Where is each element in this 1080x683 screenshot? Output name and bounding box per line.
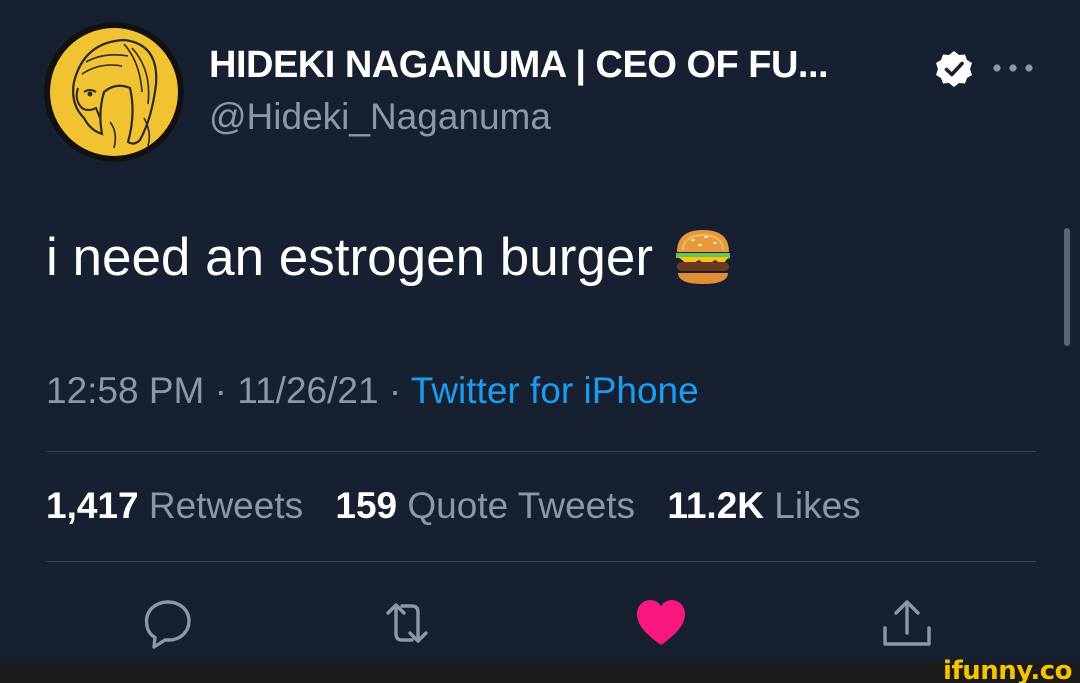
reply-icon[interactable]: [141, 596, 195, 650]
quote-tweets-label: Quote Tweets: [407, 485, 636, 526]
divider: [46, 561, 1036, 562]
tweet-page: HIDEKI NAGANUMA | CEO OF FU... @Hideki_N…: [0, 0, 1080, 683]
avatar[interactable]: [44, 22, 184, 162]
tweet-text-row: i need an estrogen burger: [46, 226, 733, 288]
retweets-stat[interactable]: 1,417 Retweets: [46, 485, 303, 526]
avatar-image: [44, 22, 184, 162]
author-handle[interactable]: @Hideki_Naganuma: [209, 96, 551, 138]
scrollbar[interactable]: [1064, 228, 1070, 346]
retweets-label: Retweets: [148, 485, 304, 526]
divider: [46, 451, 1036, 452]
meta-separator: ·: [388, 370, 402, 411]
more-options-icon[interactable]: [990, 56, 1036, 80]
share-icon[interactable]: [880, 596, 934, 650]
watermark-bar: [0, 662, 1080, 683]
tweet-date: 11/26/21: [237, 370, 379, 411]
meta-separator: ·: [214, 370, 227, 411]
verified-badge-icon: [936, 51, 972, 87]
quote-tweets-stat[interactable]: 159 Quote Tweets: [335, 485, 635, 526]
tweet-meta: 12:58 PM · 11/26/21 · Twitter for iPhone: [46, 370, 699, 412]
quote-tweets-count: 159: [335, 485, 398, 526]
author-display-name[interactable]: HIDEKI NAGANUMA | CEO OF FU...: [209, 44, 829, 87]
retweets-count: 1,417: [46, 485, 139, 526]
likes-stat[interactable]: 11.2K Likes: [667, 485, 860, 526]
retweet-icon[interactable]: [380, 596, 434, 650]
tweet-text: i need an estrogen burger: [46, 227, 653, 287]
tweet-source-link[interactable]: Twitter for iPhone: [411, 370, 699, 411]
heart-icon[interactable]: [634, 596, 688, 650]
tweet-stats: 1,417 Retweets 159 Quote Tweets 11.2K Li…: [46, 485, 883, 527]
likes-count: 11.2K: [667, 485, 765, 526]
ifunny-watermark: ifunny.co: [943, 656, 1072, 683]
tweet-time: 12:58 PM: [46, 370, 205, 411]
burger-emoji-icon: [676, 230, 730, 284]
likes-label: Likes: [774, 485, 861, 526]
